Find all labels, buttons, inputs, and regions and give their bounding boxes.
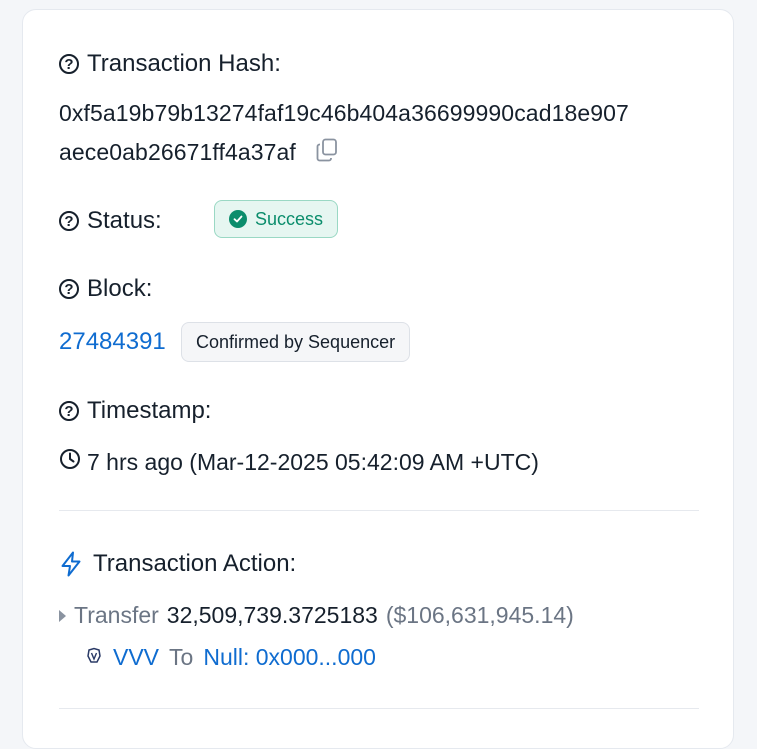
clock-icon: [59, 448, 81, 476]
destination-link[interactable]: Null: 0x000...000: [203, 644, 376, 671]
help-circle-icon[interactable]: ?: [59, 54, 79, 74]
divider: [59, 708, 699, 709]
token-link[interactable]: VVV: [113, 644, 159, 671]
lightning-icon: [59, 551, 83, 577]
help-circle-icon[interactable]: ?: [59, 401, 79, 421]
timestamp-heading: ? Timestamp:: [59, 397, 211, 425]
block-number-link[interactable]: 27484391: [59, 328, 166, 356]
action-label: Transaction Action:: [93, 550, 297, 577]
status-heading: ? Status:: [59, 207, 162, 235]
timestamp-value: 7 hrs ago (Mar-12-2025 05:42:09 AM +UTC): [87, 448, 539, 475]
hash-value-line2[interactable]: aece0ab26671ff4a37af: [59, 139, 296, 165]
token-logo-icon: [85, 644, 103, 671]
hash-value-line2-wrap: aece0ab26671ff4a37af: [59, 138, 338, 168]
transfer-row: Transfer 32,509,739.3725183 ($106,631,94…: [59, 602, 574, 629]
transfer-verb: Transfer: [74, 602, 159, 628]
block-heading: ? Block:: [59, 275, 152, 303]
copy-icon[interactable]: [316, 138, 338, 168]
hash-heading: ? Transaction Hash:: [59, 50, 281, 78]
transaction-details-card: ? Transaction Hash: 0xf5a19b79b13274faf1…: [22, 9, 734, 749]
transfer-amount: 32,509,739.3725183: [166, 602, 378, 628]
check-circle-icon: [229, 210, 247, 228]
sequencer-badge: Confirmed by Sequencer: [181, 322, 411, 362]
caret-right-icon[interactable]: [59, 609, 66, 622]
token-row: VVV To Null: 0x000...000: [85, 644, 376, 671]
divider: [59, 510, 699, 511]
action-heading: Transaction Action:: [59, 550, 296, 578]
help-circle-icon[interactable]: ?: [59, 279, 79, 299]
status-value: Success: [255, 208, 324, 229]
status-label: Status:: [87, 207, 162, 234]
block-label: Block:: [87, 275, 153, 302]
hash-label: Transaction Hash:: [87, 50, 281, 77]
to-word: To: [169, 644, 194, 670]
timestamp-row: 7 hrs ago (Mar-12-2025 05:42:09 AM +UTC): [59, 448, 539, 476]
transfer-usd: ($106,631,945.14): [385, 602, 574, 628]
hash-value-line1[interactable]: 0xf5a19b79b13274faf19c46b404a36699990cad…: [59, 100, 629, 127]
status-badge: Success: [214, 200, 339, 238]
timestamp-label: Timestamp:: [87, 397, 212, 424]
help-circle-icon[interactable]: ?: [59, 211, 79, 231]
